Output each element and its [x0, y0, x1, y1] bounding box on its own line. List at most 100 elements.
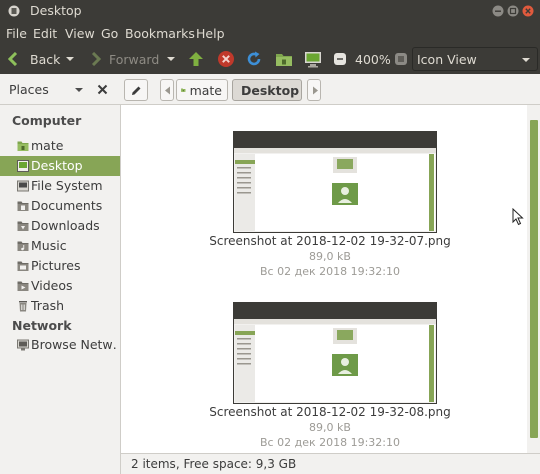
videos-folder-icon — [17, 281, 29, 291]
sidebar-item-browse-network[interactable]: Browse Netw… — [0, 335, 120, 355]
sidebar-item-desktop[interactable]: Desktop — [0, 156, 120, 176]
sidebar-item-mate[interactable]: mate — [0, 136, 120, 156]
menu-bar: File Edit View Go Bookmarks Help — [0, 22, 540, 44]
path-scroll-left-button[interactable] — [160, 79, 174, 101]
forward-label: Forward — [109, 51, 160, 67]
menu-go[interactable]: Go — [101, 26, 118, 41]
stop-icon — [218, 51, 234, 67]
sidebar-item-pictures[interactable]: Pictures — [0, 256, 120, 276]
sidebar-item-music[interactable]: Music — [0, 236, 120, 256]
computer-icon — [305, 51, 321, 67]
file-date: Вс 02 дек 2018 19:32:10 — [260, 436, 400, 449]
reload-icon — [247, 51, 261, 66]
file-view[interactable]: Screenshot at 2018-12-02 19-32-07.png 89… — [121, 105, 527, 453]
path-button-mate[interactable]: mate — [176, 79, 228, 101]
forward-dropdown-icon[interactable] — [166, 55, 176, 63]
close-icon — [522, 5, 534, 17]
maximize-button[interactable] — [507, 5, 519, 17]
zoom-out-button[interactable] — [333, 44, 347, 74]
image-thumbnail-icon — [233, 302, 437, 404]
sidebar-item-label: Videos — [31, 278, 73, 293]
up-button[interactable] — [187, 44, 205, 74]
forward-button[interactable]: Forward — [91, 44, 159, 74]
drive-icon — [17, 180, 29, 192]
reload-button[interactable] — [245, 44, 263, 74]
music-folder-icon — [17, 241, 29, 251]
sidebar-item-label: Browse Netw… — [31, 337, 117, 352]
mouse-pointer-icon — [512, 208, 524, 226]
app-icon — [8, 5, 20, 17]
file-item[interactable]: Screenshot at 2018-12-02 19-32-08.png 89… — [209, 302, 451, 452]
chevron-left-icon — [165, 86, 170, 94]
path-label-mate: mate — [189, 82, 222, 98]
scrollbar-thumb[interactable] — [530, 120, 538, 438]
documents-folder-icon — [17, 201, 29, 211]
forward-arrow-icon — [91, 52, 101, 66]
menu-file[interactable]: File — [6, 26, 27, 41]
sidebar-mode-label[interactable]: Places — [9, 82, 49, 97]
edit-location-button[interactable] — [124, 79, 148, 101]
zoom-level[interactable]: 400% — [355, 44, 391, 74]
file-size: 89,0 kB — [309, 421, 351, 434]
chevron-down-icon — [522, 58, 530, 62]
network-icon — [17, 339, 29, 351]
back-label: Back — [30, 51, 61, 67]
pictures-folder-icon — [17, 261, 29, 271]
zoom-in-icon — [395, 53, 407, 65]
places-sidebar: Computer mate Desktop File System Docume… — [0, 105, 121, 474]
path-button-desktop[interactable]: Desktop — [232, 79, 302, 101]
file-name: Screenshot at 2018-12-02 19-32-07.png — [209, 234, 451, 248]
minimize-icon — [492, 5, 504, 17]
file-manager-window: Desktop File Edit View Go Bookmarks Help… — [0, 0, 540, 474]
desktop-icon — [17, 160, 29, 172]
menu-help[interactable]: Help — [196, 26, 225, 41]
home-button[interactable] — [275, 44, 293, 74]
sidebar-item-label: Music — [31, 238, 67, 253]
close-window-button[interactable] — [522, 5, 534, 17]
vertical-scrollbar[interactable] — [527, 105, 540, 453]
sidebar-item-downloads[interactable]: Downloads — [0, 216, 120, 236]
trash-icon — [19, 301, 27, 312]
image-thumbnail-icon — [233, 131, 437, 233]
sidebar-item-label: mate — [31, 138, 64, 153]
sidebar-mode-dropdown-icon[interactable] — [74, 86, 84, 94]
menu-bookmarks[interactable]: Bookmarks — [125, 26, 195, 41]
sidebar-item-label: Trash — [31, 298, 65, 313]
menu-edit[interactable]: Edit — [33, 26, 57, 41]
sidebar-item-label: File System — [31, 178, 103, 193]
file-item[interactable]: Screenshot at 2018-12-02 19-32-07.png 89… — [209, 131, 451, 281]
sidebar-item-file-system[interactable]: File System — [0, 176, 120, 196]
chevron-right-icon — [313, 86, 318, 94]
home-folder-icon — [17, 141, 29, 151]
pencil-icon — [132, 86, 141, 95]
back-arrow-icon — [8, 52, 18, 66]
back-dropdown-icon[interactable] — [65, 55, 75, 63]
sidebar-item-videos[interactable]: Videos — [0, 276, 120, 296]
file-size: 89,0 kB — [309, 250, 351, 263]
path-scroll-right-button[interactable] — [307, 79, 321, 101]
view-mode-select[interactable]: Icon View — [412, 47, 538, 71]
sidebar-item-label: Desktop — [31, 158, 83, 173]
sidebar-item-label: Documents — [31, 198, 103, 213]
zoom-out-icon — [334, 53, 346, 65]
sidebar-heading-computer: Computer — [12, 113, 82, 128]
file-name: Screenshot at 2018-12-02 19-32-08.png — [209, 405, 451, 419]
back-button[interactable]: Back — [8, 44, 60, 74]
window-title: Desktop — [30, 3, 82, 18]
title-bar[interactable]: Desktop — [0, 0, 540, 22]
toolbar: Back Forward 400% Icon View — [0, 44, 540, 74]
view-mode-value: Icon View — [417, 52, 477, 67]
minimize-button[interactable] — [492, 5, 504, 17]
zoom-in-button[interactable] — [394, 44, 408, 74]
status-text: 2 items, Free space: 9,3 GB — [131, 457, 297, 471]
computer-button[interactable] — [304, 44, 322, 74]
location-bar: Places mate Desktop — [0, 74, 540, 105]
sidebar-item-documents[interactable]: Documents — [0, 196, 120, 216]
file-date: Вс 02 дек 2018 19:32:10 — [260, 265, 400, 278]
stop-button[interactable] — [217, 44, 235, 74]
close-sidebar-icon[interactable] — [97, 84, 108, 95]
menu-view[interactable]: View — [65, 26, 95, 41]
sidebar-item-label: Pictures — [31, 258, 81, 273]
sidebar-heading-network: Network — [12, 318, 72, 333]
sidebar-item-trash[interactable]: Trash — [0, 296, 120, 316]
